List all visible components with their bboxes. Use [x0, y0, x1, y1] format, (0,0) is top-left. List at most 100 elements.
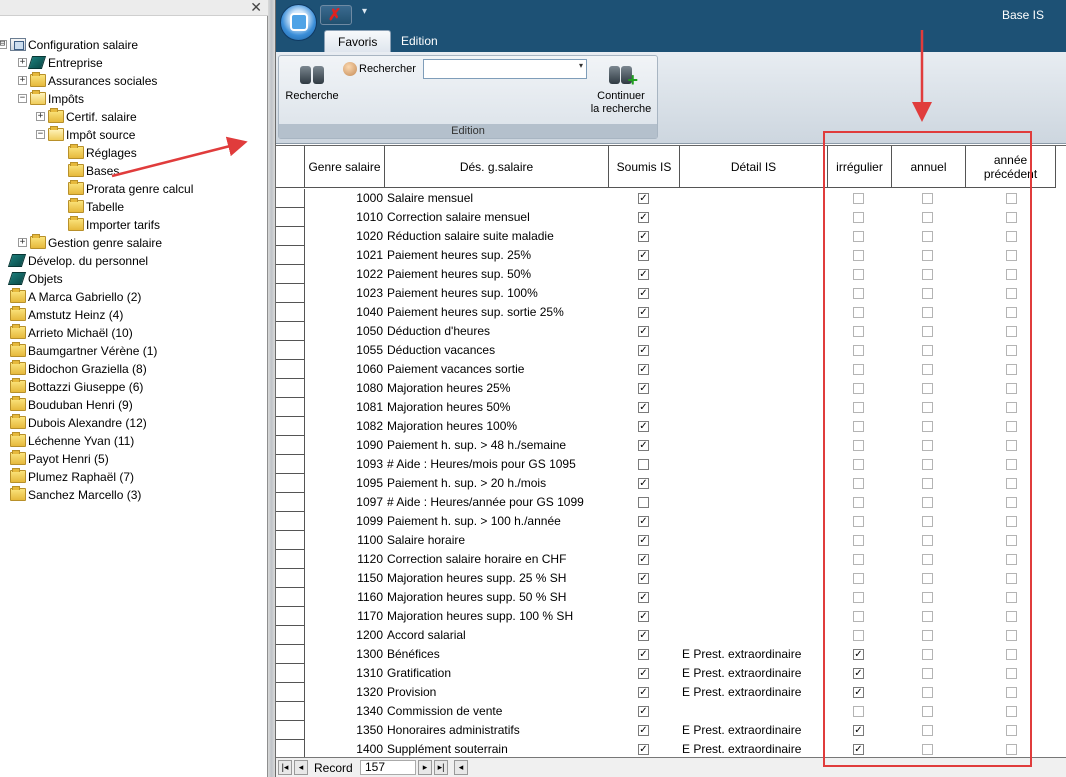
designation-cell[interactable]: # Aide : Heures/année pour GS 1099 — [387, 493, 608, 512]
detail-is-cell[interactable] — [682, 189, 827, 208]
genre-salaire-cell[interactable]: 1082 — [305, 417, 385, 436]
genre-salaire-cell[interactable]: 1310 — [305, 664, 385, 683]
application-menu-button[interactable] — [280, 4, 317, 41]
soumis-is-checkbox[interactable]: ✓ — [638, 554, 649, 565]
expand-icon[interactable]: + — [18, 238, 27, 247]
scroll-left-button[interactable]: ◂ — [454, 760, 468, 775]
record-number-field[interactable]: 157 — [360, 760, 416, 775]
soumis-is-checkbox[interactable]: ✓ — [638, 573, 649, 584]
soumis-is-checkbox[interactable]: ✓ — [638, 421, 649, 432]
detail-is-cell[interactable] — [682, 436, 827, 455]
genre-salaire-cell[interactable]: 1080 — [305, 379, 385, 398]
tab-edition[interactable]: Edition — [388, 30, 451, 52]
row-selector[interactable] — [276, 398, 305, 417]
row-selector[interactable] — [276, 512, 305, 531]
collapse-icon[interactable]: ⊟ — [0, 40, 7, 49]
genre-salaire-cell[interactable]: 1000 — [305, 189, 385, 208]
expand-icon[interactable]: + — [36, 112, 45, 121]
row-selector[interactable] — [276, 721, 305, 740]
tree-node[interactable]: + Entreprise — [0, 54, 268, 72]
header-genre-salaire[interactable]: Genre salaire — [305, 146, 385, 188]
soumis-is-checkbox[interactable]: ✓ — [638, 231, 649, 242]
tree-node[interactable]: Tabelle — [0, 198, 268, 216]
collapse-icon[interactable]: − — [36, 130, 45, 139]
soumis-is-checkbox[interactable]: ✓ — [638, 611, 649, 622]
soumis-is-checkbox[interactable]: ✓ — [638, 326, 649, 337]
detail-is-cell[interactable]: E Prest. extraordinaire — [682, 645, 827, 664]
detail-is-cell[interactable] — [682, 455, 827, 474]
designation-cell[interactable]: Salaire mensuel — [387, 189, 608, 208]
soumis-is-checkbox[interactable]: ✓ — [638, 744, 649, 755]
detail-is-cell[interactable]: E Prest. extraordinaire — [682, 683, 827, 702]
row-selector[interactable] — [276, 588, 305, 607]
detail-is-cell[interactable] — [682, 512, 827, 531]
close-icon[interactable]: ✕ — [250, 0, 262, 15]
designation-cell[interactable]: Bénéfices — [387, 645, 608, 664]
genre-salaire-cell[interactable]: 1350 — [305, 721, 385, 740]
tree-node[interactable]: − Impôt source — [0, 126, 268, 144]
quick-access-dropdown-icon[interactable]: ▾ — [362, 6, 367, 17]
row-selector[interactable] — [276, 531, 305, 550]
tree-node[interactable]: Léchenne Yvan (11) — [0, 432, 268, 450]
row-selector[interactable] — [276, 664, 305, 683]
detail-is-cell[interactable] — [682, 379, 827, 398]
designation-cell[interactable]: Paiement heures sup. 50% — [387, 265, 608, 284]
row-selector[interactable] — [276, 474, 305, 493]
genre-salaire-cell[interactable]: 1320 — [305, 683, 385, 702]
detail-is-cell[interactable] — [682, 607, 827, 626]
genre-salaire-cell[interactable]: 1023 — [305, 284, 385, 303]
genre-salaire-cell[interactable]: 1081 — [305, 398, 385, 417]
detail-is-cell[interactable] — [682, 588, 827, 607]
row-selector[interactable] — [276, 227, 305, 246]
designation-cell[interactable]: Paiement vacances sortie — [387, 360, 608, 379]
designation-cell[interactable]: Déduction d'heures — [387, 322, 608, 341]
detail-is-cell[interactable] — [682, 341, 827, 360]
chevron-down-icon[interactable]: ▾ — [579, 61, 583, 70]
designation-cell[interactable]: Réduction salaire suite maladie — [387, 227, 608, 246]
designation-cell[interactable]: Accord salarial — [387, 626, 608, 645]
soumis-is-checkbox[interactable]: ✓ — [638, 478, 649, 489]
soumis-is-checkbox[interactable]: ✓ — [638, 193, 649, 204]
genre-salaire-cell[interactable]: 1040 — [305, 303, 385, 322]
soumis-is-checkbox[interactable]: ✓ — [638, 307, 649, 318]
row-selector[interactable] — [276, 379, 305, 398]
row-selector[interactable] — [276, 455, 305, 474]
detail-is-cell[interactable]: E Prest. extraordinaire — [682, 664, 827, 683]
soumis-is-checkbox[interactable]: ✓ — [638, 516, 649, 527]
tree-node[interactable]: Bouduban Henri (9) — [0, 396, 268, 414]
soumis-is-checkbox[interactable]: ✓ — [638, 725, 649, 736]
designation-cell[interactable]: Paiement heures sup. 25% — [387, 246, 608, 265]
designation-cell[interactable]: Majoration heures supp. 50 % SH — [387, 588, 608, 607]
row-selector[interactable] — [276, 303, 305, 322]
row-selector[interactable] — [276, 246, 305, 265]
designation-cell[interactable]: Majoration heures supp. 100 % SH — [387, 607, 608, 626]
tree-node[interactable]: Prorata genre calcul — [0, 180, 268, 198]
genre-salaire-cell[interactable]: 1340 — [305, 702, 385, 721]
detail-is-cell[interactable] — [682, 303, 827, 322]
designation-cell[interactable]: Provision — [387, 683, 608, 702]
genre-salaire-cell[interactable]: 1120 — [305, 550, 385, 569]
detail-is-cell[interactable]: E Prest. extraordinaire — [682, 721, 827, 740]
search-button[interactable]: Recherche — [283, 60, 341, 103]
designation-cell[interactable]: Commission de vente — [387, 702, 608, 721]
row-selector[interactable] — [276, 607, 305, 626]
genre-salaire-cell[interactable]: 1097 — [305, 493, 385, 512]
soumis-is-checkbox[interactable]: ✓ — [638, 269, 649, 280]
soumis-is-checkbox[interactable]: ✓ — [638, 364, 649, 375]
genre-salaire-cell[interactable]: 1170 — [305, 607, 385, 626]
genre-salaire-cell[interactable]: 1022 — [305, 265, 385, 284]
tree-node[interactable]: Bottazzi Giuseppe (6) — [0, 378, 268, 396]
designation-cell[interactable]: Honoraires administratifs — [387, 721, 608, 740]
tree-node[interactable]: + Assurances sociales — [0, 72, 268, 90]
header-soumis-is[interactable]: Soumis IS — [609, 146, 680, 188]
designation-cell[interactable]: Salaire horaire — [387, 531, 608, 550]
collapse-icon[interactable]: − — [18, 94, 27, 103]
soumis-is-checkbox[interactable]: ✓ — [638, 649, 649, 660]
detail-is-cell[interactable] — [682, 531, 827, 550]
expand-icon[interactable]: + — [18, 58, 27, 67]
designation-cell[interactable]: Paiement heures sup. sortie 25% — [387, 303, 608, 322]
soumis-is-checkbox[interactable]: ✓ — [638, 288, 649, 299]
designation-cell[interactable]: Déduction vacances — [387, 341, 608, 360]
genre-salaire-cell[interactable]: 1095 — [305, 474, 385, 493]
previous-record-button[interactable]: ◂ — [294, 760, 308, 775]
